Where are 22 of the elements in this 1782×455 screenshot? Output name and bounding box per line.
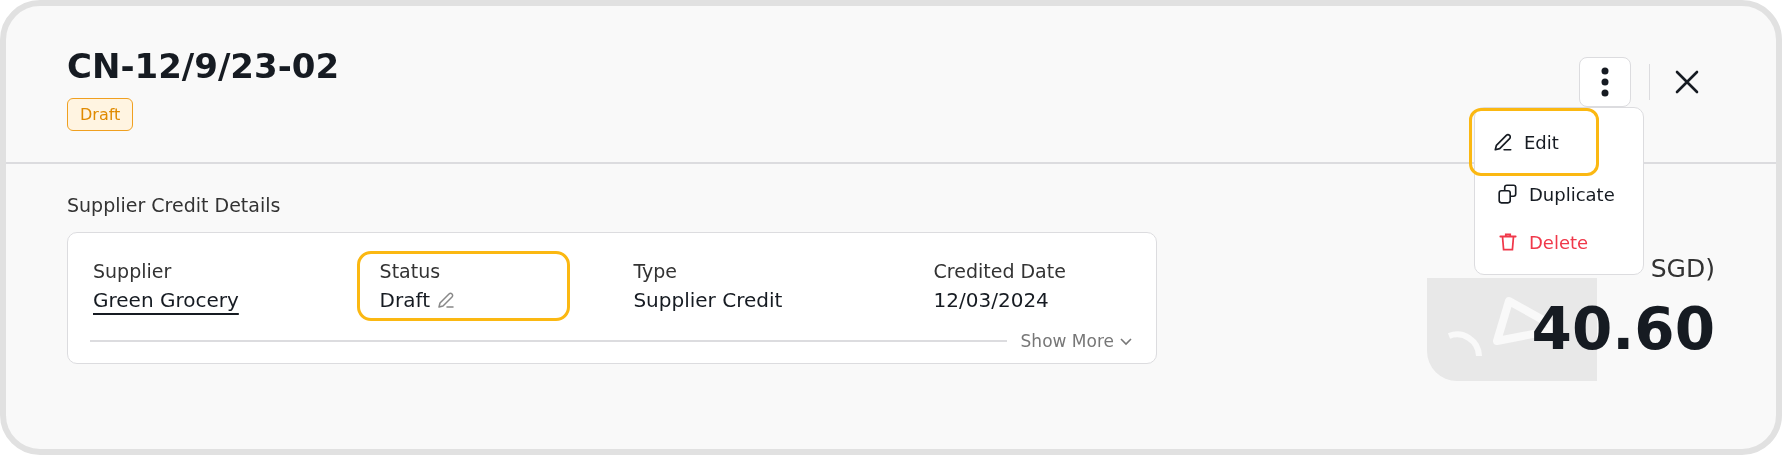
status-badge: Draft bbox=[67, 98, 134, 131]
field-label: Supplier bbox=[93, 260, 173, 282]
trash-icon bbox=[1497, 231, 1519, 253]
field-label: Type bbox=[633, 260, 679, 282]
document-title: CN-12/9/23-02 bbox=[67, 45, 340, 88]
field-value: Draft bbox=[379, 288, 430, 312]
menu-item[interactable]: Edit bbox=[1469, 108, 1599, 176]
menu-item[interactable]: Delete bbox=[1474, 218, 1612, 266]
dots-icon bbox=[1599, 67, 1610, 97]
more-options-button[interactable] bbox=[1578, 57, 1631, 107]
amount-label: SGD) bbox=[1650, 254, 1715, 283]
show-more-button[interactable]: Show More bbox=[1020, 331, 1134, 351]
pencil-icon bbox=[436, 290, 456, 310]
field-value: 12/03/2024 bbox=[933, 288, 1049, 312]
copy-icon bbox=[1497, 183, 1519, 205]
field-value: Supplier Credit bbox=[633, 288, 783, 312]
amount-value: 40.60 bbox=[1531, 295, 1715, 363]
supplier-link[interactable]: Green Grocery bbox=[93, 288, 239, 312]
field-label: Credited Date bbox=[933, 260, 1067, 282]
section-title: Supplier Credit Details bbox=[67, 194, 282, 216]
field-label: Status bbox=[379, 260, 442, 282]
pencil-icon bbox=[1492, 131, 1514, 153]
